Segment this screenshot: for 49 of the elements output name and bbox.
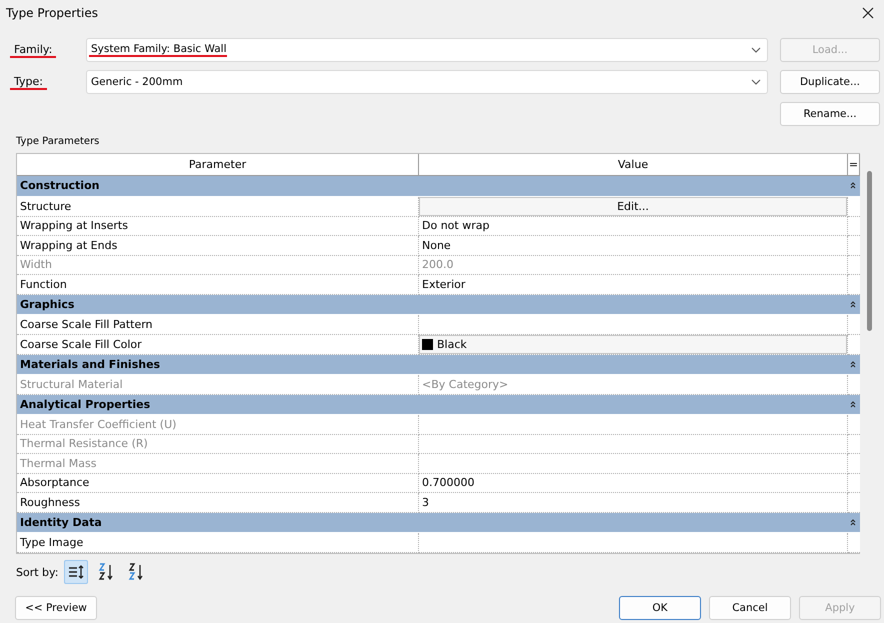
parameter-name: Type Image (17, 533, 419, 552)
window-title: Type Properties (6, 6, 98, 20)
dialog-button[interactable]: Cancel (709, 596, 791, 620)
parameter-name: Heat Transfer Coefficient (U) (17, 415, 419, 434)
edit-button[interactable]: Edit... (419, 196, 847, 216)
type-dropdown[interactable]: Generic - 200mm (86, 70, 768, 94)
empty-value-cell[interactable] (419, 415, 848, 434)
family-label: Family: (10, 42, 56, 58)
dropdown-caret-icon (751, 79, 761, 85)
sort-descending-icon (128, 563, 144, 581)
category-header[interactable]: Graphics (17, 294, 860, 315)
parameter-value[interactable]: 0.700000 (419, 474, 848, 493)
empty-value-cell[interactable] (419, 454, 848, 474)
color-button[interactable]: Black (419, 334, 847, 354)
parameter-value[interactable]: None (419, 236, 848, 256)
parameter-name: Wrapping at Ends (17, 236, 419, 256)
parameter-name: Thermal Mass (17, 454, 419, 474)
empty-value-cell[interactable] (419, 434, 848, 454)
duplicate-button[interactable]: Duplicate... (780, 70, 880, 94)
family-dropdown[interactable]: System Family: Basic Wall (86, 38, 768, 62)
collapse-chevron-icon (850, 360, 856, 368)
sort-label: Sort by: (16, 566, 58, 578)
section-label: Type Parameters (15, 135, 100, 149)
collapse-chevron-icon (850, 300, 856, 308)
parameter-name: Wrapping at Inserts (17, 216, 419, 236)
parameter-name: Structure (17, 196, 419, 216)
dialog-button[interactable]: OK (619, 596, 701, 620)
collapse-chevron-icon (850, 400, 856, 408)
rename-button[interactable]: Rename... (780, 102, 880, 126)
dropdown-caret-icon (751, 47, 761, 53)
collapse-chevron-icon (850, 518, 856, 526)
category-header[interactable]: Construction (17, 176, 860, 196)
type-label: Type: (10, 74, 47, 90)
sort-button[interactable] (64, 560, 88, 584)
close-icon (862, 7, 874, 19)
grouped-sort-icon (68, 565, 84, 579)
sort-ascending-icon (98, 563, 114, 581)
category-header[interactable]: Analytical Properties (17, 394, 860, 415)
category-header[interactable]: Identity Data (17, 512, 860, 533)
empty-value-cell[interactable] (419, 533, 848, 552)
category-header[interactable]: Materials and Finishes (17, 354, 860, 375)
parameter-value[interactable]: Do not wrap (419, 216, 848, 236)
parameter-name: Width (17, 256, 419, 275)
parameter-name: Thermal Resistance (R) (17, 434, 419, 454)
collapse-chevron-icon (850, 182, 856, 190)
parameter-name: Coarse Scale Fill Pattern (17, 315, 419, 334)
preview-button[interactable]: << Preview (15, 596, 97, 620)
parameter-name: Absorptance (17, 474, 419, 493)
close-button[interactable] (860, 5, 876, 21)
